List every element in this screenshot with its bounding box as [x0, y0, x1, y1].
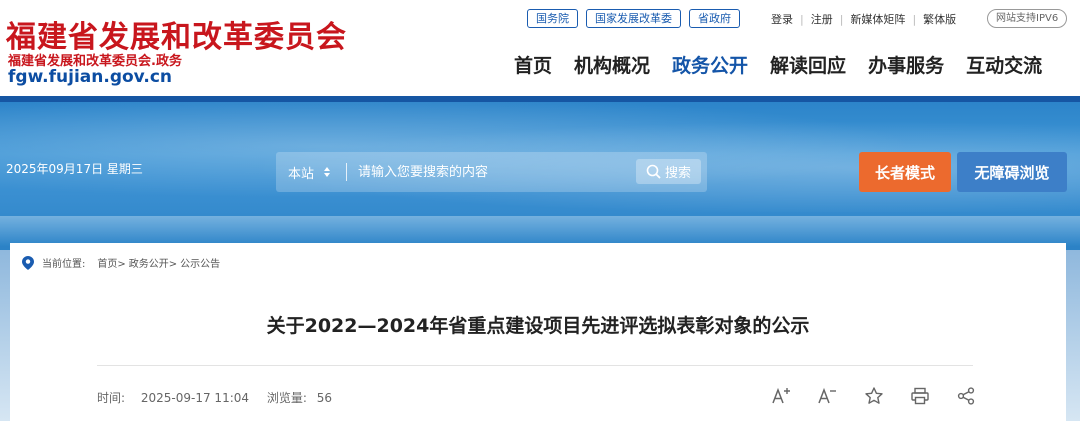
nav-interaction[interactable]: 互动交流 [966, 51, 1042, 78]
separator: | [800, 12, 804, 26]
breadcrumb-prefix: 当前位置: [42, 259, 86, 270]
traditional-chinese-link[interactable]: 繁体版 [923, 11, 956, 27]
print-icon[interactable] [908, 385, 932, 407]
breadcrumb-announcements[interactable]: 公示公告 [180, 255, 220, 270]
title-divider [97, 365, 973, 366]
search-input[interactable] [358, 160, 628, 184]
search-box: 本站 搜索 [276, 152, 707, 192]
nav-services[interactable]: 办事服务 [868, 51, 944, 78]
site-logo-url: fgw.fujian.gov.cn [8, 67, 173, 87]
ipv6-badge: 网站支持IPV6 [987, 9, 1068, 28]
top-links: 国务院 国家发展改革委 省政府 [527, 9, 740, 28]
search-divider [346, 163, 347, 181]
font-increase-icon[interactable] [770, 385, 794, 407]
breadcrumb-home[interactable]: 首页> [97, 255, 125, 270]
utility-links: 登录 | 注册 | 新媒体矩阵 | 繁体版 [771, 11, 956, 27]
nav-organization[interactable]: 机构概况 [574, 51, 650, 78]
time-label: 时间: [97, 391, 126, 405]
article-card: 当前位置: 首页> 政务公开> 公示公告 关于2022—2024年省重点建设项目… [10, 243, 1066, 421]
views-value: 56 [316, 391, 332, 405]
share-icon[interactable] [954, 385, 978, 407]
site-header: 福建省发展和改革委员会 福建省发展和改革委员会.政务 fgw.fujian.go… [0, 0, 1080, 96]
separator: | [912, 12, 917, 26]
banner-shoreline [0, 216, 1080, 246]
nav-home[interactable]: 首页 [514, 51, 552, 78]
search-icon [646, 164, 661, 179]
views-label: 浏览量: [266, 391, 307, 405]
accessible-browse-button[interactable]: 无障碍浏览 [957, 152, 1067, 192]
left-decoration [0, 250, 10, 421]
article-meta: 时间: 2025-09-17 11:04 浏览量: 56 [97, 389, 342, 406]
article-tools [770, 385, 978, 407]
location-pin-icon [22, 255, 34, 270]
article-title: 关于2022—2024年省重点建设项目先进评选拟表彰对象的公示 [266, 315, 810, 337]
right-decoration [1066, 250, 1080, 421]
search-button-label: 搜索 [664, 166, 691, 181]
login-link[interactable]: 登录 [771, 11, 793, 27]
font-decrease-icon[interactable] [816, 385, 840, 407]
main-nav: 首页 机构概况 政务公开 解读回应 办事服务 互动交流 [514, 51, 1064, 78]
sort-arrows-icon[interactable] [323, 165, 331, 179]
nav-government-affairs[interactable]: 政务公开 [672, 51, 748, 78]
time-value: 2025-09-17 11:04 [140, 391, 250, 405]
nav-interpretation[interactable]: 解读回应 [770, 51, 846, 78]
current-date: 2025年09月17日 星期三 [6, 162, 143, 176]
new-media-link[interactable]: 新媒体矩阵 [850, 11, 905, 27]
elder-mode-button[interactable]: 长者模式 [859, 152, 951, 192]
star-icon[interactable] [862, 385, 886, 407]
link-provincial-gov[interactable]: 省政府 [689, 9, 740, 28]
search-scope-select[interactable]: 本站 [288, 163, 314, 182]
separator: | [839, 12, 844, 26]
link-ndrc[interactable]: 国家发展改革委 [586, 9, 681, 28]
breadcrumb: 当前位置: 首页> 政务公开> 公示公告 [22, 255, 223, 270]
link-state-council[interactable]: 国务院 [527, 9, 578, 28]
search-button[interactable]: 搜索 [636, 159, 701, 184]
breadcrumb-government-affairs[interactable]: 政务公开> [129, 255, 177, 270]
register-link[interactable]: 注册 [811, 11, 833, 27]
